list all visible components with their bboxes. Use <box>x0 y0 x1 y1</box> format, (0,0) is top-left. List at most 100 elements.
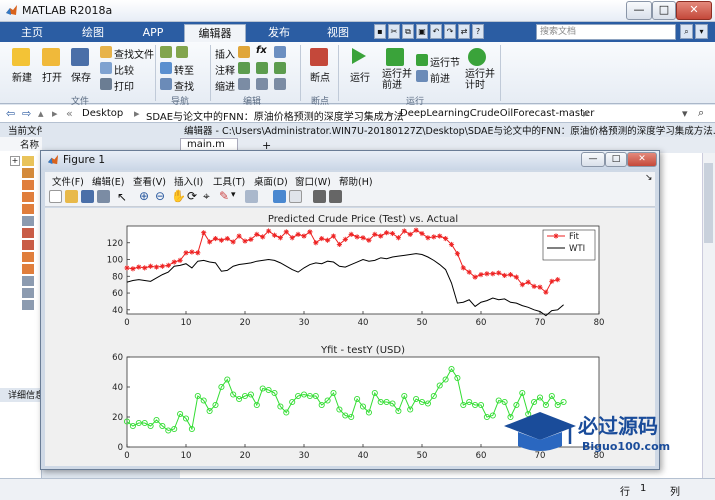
menu-insert[interactable]: 插入(I) <box>174 174 203 188</box>
menu-file[interactable]: 文件(F) <box>52 174 84 188</box>
tab-publish[interactable]: 发布 <box>250 24 308 42</box>
browse-folder-icon[interactable]: ▸ <box>52 107 58 120</box>
goto-icon[interactable] <box>160 62 172 74</box>
print-icon[interactable] <box>100 78 112 90</box>
file-icon[interactable] <box>22 204 34 214</box>
decrease-indent-icon[interactable] <box>274 78 286 90</box>
menu-edit[interactable]: 编辑(E) <box>92 174 124 188</box>
save-button[interactable]: 保存 <box>71 69 91 84</box>
tab-home[interactable]: 主页 <box>2 24 62 42</box>
figure-maximize-button[interactable]: □ <box>605 152 627 167</box>
back-icon[interactable]: ⇦ <box>6 107 15 120</box>
file-icon[interactable] <box>22 228 34 238</box>
find-files-icon[interactable] <box>100 46 112 58</box>
open-button[interactable]: 打开 <box>42 69 62 84</box>
advance-button[interactable]: 前进 <box>430 70 450 85</box>
expand-icon[interactable]: + <box>10 156 20 166</box>
save-figure-icon[interactable] <box>81 190 94 203</box>
find-files-button[interactable]: 查找文件 <box>114 46 154 61</box>
notification-icon[interactable]: ▾ <box>695 24 708 39</box>
file-icon[interactable] <box>22 300 34 310</box>
name-column-header[interactable]: 名称 <box>0 137 42 151</box>
quick-cut-icon[interactable]: ✂ <box>388 24 400 39</box>
quick-paste-icon[interactable]: ▣ <box>416 24 428 39</box>
file-icon[interactable] <box>22 276 34 286</box>
run-and-time-button[interactable]: 运行并 计时 <box>465 69 495 91</box>
find-button[interactable]: 查找 <box>174 78 194 93</box>
forward-icon[interactable]: ⇨ <box>22 107 31 120</box>
open-file-icon[interactable] <box>65 190 78 203</box>
figure-close-button[interactable]: ✕ <box>627 152 657 167</box>
data-cursor-icon[interactable]: ⌖ <box>203 189 210 204</box>
menu-help[interactable]: 帮助(H) <box>339 174 373 188</box>
brush-icon[interactable]: ✎ <box>219 189 229 203</box>
save-icon[interactable] <box>71 48 89 66</box>
file-icon[interactable] <box>22 240 34 250</box>
search-folder-icon[interactable]: ⌕ <box>698 106 704 120</box>
menu-view[interactable]: 查看(V) <box>133 174 166 188</box>
zoom-out-icon[interactable]: ⊖ <box>155 189 165 203</box>
advance-icon[interactable] <box>416 70 428 82</box>
print-button[interactable]: 打印 <box>114 78 134 93</box>
increase-indent-icon[interactable] <box>256 78 268 90</box>
quick-switch-icon[interactable]: ⇄ <box>458 24 470 39</box>
goto-button[interactable]: 转至 <box>174 62 194 77</box>
insert-colorbar-icon[interactable] <box>273 190 286 203</box>
menu-dock-icon[interactable]: ↘ <box>645 173 653 183</box>
new-button[interactable]: 新建 <box>12 69 32 84</box>
file-icon[interactable] <box>22 216 34 226</box>
menu-desktop[interactable]: 桌面(D) <box>254 174 288 188</box>
minimize-button[interactable]: — <box>626 1 652 20</box>
indent-button[interactable]: 缩进 <box>215 78 235 93</box>
quick-copy-icon[interactable]: ⧉ <box>402 24 414 39</box>
quick-save-icon[interactable]: ▪ <box>374 24 386 39</box>
breadcrumb-desktop[interactable]: Desktop <box>82 108 123 119</box>
history-dropdown-icon[interactable]: ▾ <box>682 107 688 120</box>
breadcrumb-project[interactable]: SDAE与论文中的FNN：原油价格预测的深度学习集成方法 <box>146 108 404 123</box>
tab-plots[interactable]: 绘图 <box>62 24 124 42</box>
run-and-advance-button[interactable]: 运行并 前进 <box>382 69 412 91</box>
comment-icon[interactable] <box>238 62 250 74</box>
file-icon[interactable] <box>22 252 34 262</box>
find-icon[interactable] <box>160 78 172 90</box>
menu-window[interactable]: 窗口(W) <box>295 174 331 188</box>
run-section-button[interactable]: 运行节 <box>430 54 460 69</box>
pointer-icon[interactable]: ↖ <box>117 190 127 204</box>
run-section-icon[interactable] <box>416 54 428 66</box>
new-icon[interactable] <box>12 48 30 66</box>
insert-menu-icon[interactable] <box>274 46 286 58</box>
back-arrow-icon[interactable] <box>160 46 172 58</box>
run-button[interactable]: 运行 <box>350 69 370 84</box>
show-plot-tools-icon[interactable] <box>329 190 342 203</box>
insert-section-icon[interactable] <box>238 46 250 58</box>
uncomment-icon[interactable] <box>256 62 268 74</box>
run-and-time-icon[interactable] <box>468 48 486 66</box>
smart-indent-icon[interactable] <box>238 78 250 90</box>
search-icon[interactable]: ⌕ <box>680 24 693 39</box>
quick-undo-icon[interactable]: ↶ <box>430 24 442 39</box>
insert-function-button[interactable]: fx <box>256 45 267 56</box>
close-button[interactable]: ✕ <box>676 1 712 20</box>
wrap-comment-icon[interactable] <box>274 62 286 74</box>
rotate-icon[interactable]: ⟳ <box>187 189 197 203</box>
scrollbar-thumb[interactable] <box>704 163 713 243</box>
compare-icon[interactable] <box>100 62 112 74</box>
search-documentation-input[interactable]: 搜索文档 <box>536 24 676 40</box>
maximize-button[interactable]: □ <box>652 1 676 20</box>
chevron-left-icon[interactable]: « <box>66 107 73 120</box>
comment-button[interactable]: 注释 <box>215 62 235 77</box>
forward-arrow-icon[interactable] <box>176 46 188 58</box>
breakpoints-icon[interactable] <box>310 48 328 66</box>
insert-button[interactable]: 插入 <box>215 46 235 61</box>
menu-tools[interactable]: 工具(T) <box>213 174 245 188</box>
file-icon[interactable] <box>22 264 34 274</box>
file-icon[interactable] <box>22 288 34 298</box>
run-and-advance-icon[interactable] <box>386 48 404 66</box>
tab-editor[interactable]: 编辑器 <box>184 24 246 42</box>
folder-icon[interactable] <box>22 156 34 166</box>
pan-icon[interactable]: ✋ <box>171 189 186 203</box>
breakpoints-button[interactable]: 断点 <box>310 69 330 84</box>
quick-redo-icon[interactable]: ↷ <box>444 24 456 39</box>
tab-view[interactable]: 视图 <box>310 24 366 42</box>
brush-dropdown-icon[interactable]: ▾ <box>231 190 236 200</box>
